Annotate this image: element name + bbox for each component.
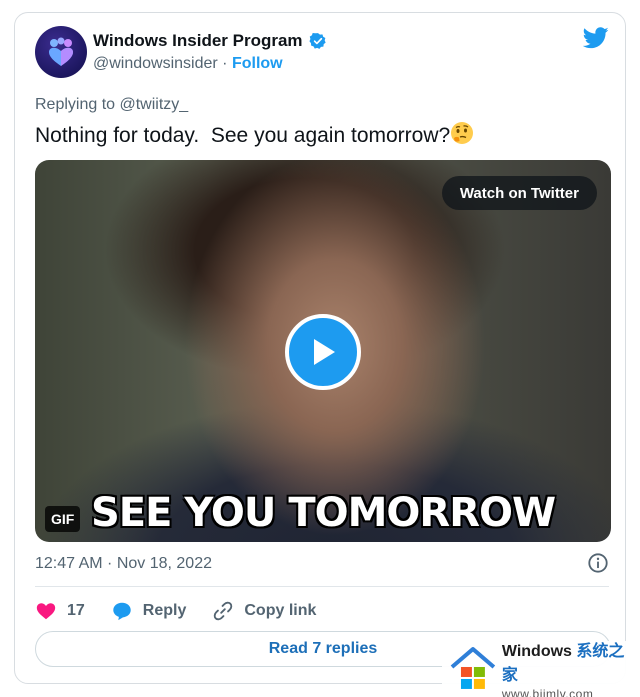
divider <box>35 586 609 587</box>
reply-bubble-icon <box>113 602 131 621</box>
link-icon <box>214 601 233 621</box>
replying-to[interactable]: Replying to @twiitzy_ <box>35 96 188 114</box>
windows-house-logo-icon <box>450 647 496 689</box>
play-icon <box>314 339 335 365</box>
tweet-text-line: Nothing for today. See you again tomorro… <box>35 121 474 148</box>
insider-logo-icon <box>49 37 73 66</box>
tweet-timestamp[interactable]: 12:47 AM · Nov 18, 2022 <box>35 555 212 573</box>
gif-media[interactable]: Watch on Twitter GIF SEE YOU TOMORROW <box>35 160 611 542</box>
handle-separator: · <box>217 55 232 72</box>
tweet-card: Windows Insider Program @windowsinsider … <box>14 12 626 684</box>
play-button[interactable] <box>285 314 361 390</box>
author-handle[interactable]: @windowsinsider <box>93 55 218 72</box>
likes-count: 17 <box>67 602 85 619</box>
like-button[interactable]: 17 <box>35 600 85 622</box>
watermark-url: www.bjjmlv.com <box>501 687 594 697</box>
tweet-text: Nothing for today. See you again tomorro… <box>35 124 451 147</box>
info-icon[interactable] <box>587 552 609 574</box>
follow-button[interactable]: Follow <box>232 55 283 72</box>
watch-on-twitter-button[interactable]: Watch on Twitter <box>441 176 597 210</box>
thinking-face-emoji-icon <box>451 122 474 144</box>
site-watermark: Windows 系统之家 www.bjjmlv.com <box>442 641 640 697</box>
copy-link-label: Copy link <box>244 602 317 619</box>
watermark-title-en: Windows <box>501 643 572 660</box>
reply-label: Reply <box>142 602 187 619</box>
avatar[interactable] <box>35 26 87 78</box>
author-name[interactable]: Windows Insider Program <box>93 31 303 51</box>
twitter-bird-icon[interactable] <box>583 27 609 49</box>
gif-caption: SEE YOU TOMORROW <box>91 490 556 536</box>
watermark-title: Windows 系统之家 <box>502 637 640 685</box>
reply-button[interactable]: Reply <box>111 600 187 622</box>
copy-link-button[interactable]: Copy link <box>212 600 316 622</box>
tweet-actions: 17 Reply Copy link <box>35 597 342 625</box>
heart-icon <box>36 603 56 620</box>
gif-badge: GIF <box>45 506 81 532</box>
verified-badge-icon <box>308 32 326 49</box>
